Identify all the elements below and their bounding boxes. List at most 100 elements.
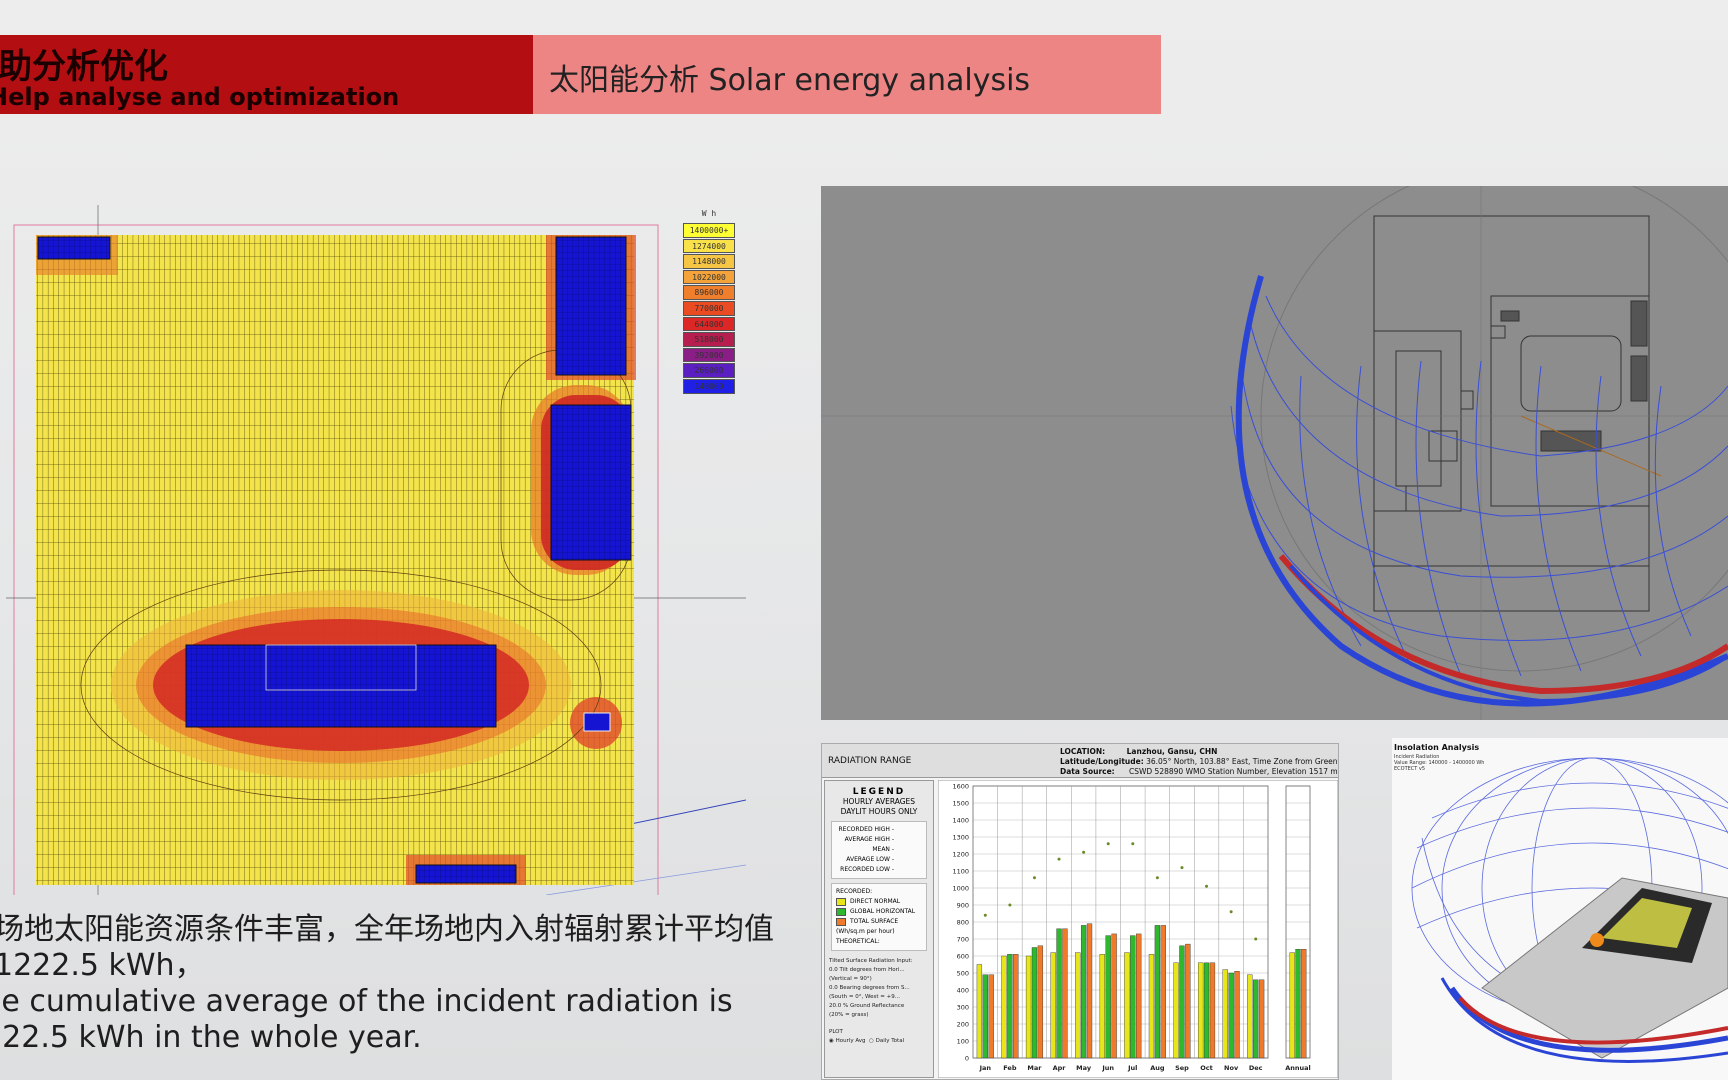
recorded-high-dot	[1229, 910, 1233, 914]
bar	[1075, 952, 1081, 1059]
legend-item: 392000	[683, 347, 735, 363]
solar-heatmap	[6, 205, 747, 910]
recorded-high-dot	[1082, 850, 1086, 854]
annual-bar	[1301, 948, 1307, 1059]
y-tick-label: 100	[957, 1038, 969, 1046]
header-title-cn: 辅助分析优化	[0, 47, 168, 87]
total-swatch	[836, 917, 846, 926]
recorded-high-dot	[1008, 903, 1012, 907]
x-tick-label: Aug	[1150, 1064, 1165, 1072]
recorded-high-dot	[1106, 842, 1110, 846]
ground-input[interactable]: 20.0 % Ground Reflectance	[829, 1002, 929, 1011]
analysis-description: 该场地太阳能资源条件丰富，全年场地内入射辐射累计平均值 为1222.5 kWh，…	[0, 912, 774, 1056]
legend-item: 266000	[683, 363, 735, 378]
bar	[1031, 947, 1038, 1059]
bar	[1130, 935, 1136, 1059]
legend-title: LEGEND	[852, 787, 906, 797]
bar	[1203, 962, 1210, 1059]
legend-sub1: HOURLY AVERAGES	[842, 797, 916, 806]
bar	[1062, 928, 1068, 1059]
legend-average-low: AVERAGE LOW -	[846, 856, 894, 863]
recorded-high-dot	[1180, 866, 1184, 870]
legend-recorded-low: RECORDED LOW -	[840, 866, 894, 873]
bearing-input[interactable]: 0.0 Bearing degrees from S...	[829, 984, 929, 993]
header-subtitle-bar: 太阳能分析 Solar energy analysis	[533, 35, 1161, 114]
bar	[1222, 969, 1228, 1059]
y-tick-label: 300	[957, 1004, 969, 1012]
bar	[1185, 943, 1191, 1059]
ground-note: (20% = grass)	[829, 1012, 869, 1018]
legend-item: 770000	[683, 300, 735, 316]
y-tick-label: 400	[957, 987, 969, 995]
tilted-title: Tilted Surface Radiation Input:	[829, 958, 913, 964]
y-tick-label: 1500	[952, 800, 969, 808]
location-label: LOCATION:	[1060, 747, 1106, 756]
y-tick-label: 500	[957, 970, 969, 978]
bar	[1154, 925, 1161, 1059]
radiation-chart-header: RADIATION RANGE LOCATION: Lanzhou, Gansu…	[822, 744, 1338, 778]
bar	[1179, 945, 1185, 1059]
x-tick-label: Feb	[1003, 1064, 1017, 1072]
y-tick-label: 200	[957, 1021, 969, 1029]
legend-item: 518000	[683, 332, 735, 347]
bar	[1007, 954, 1013, 1059]
legend-theoretical: THEORETICAL:	[836, 938, 880, 945]
y-tick-label: 600	[957, 953, 969, 961]
iso-subtitle: Incident Radiation Value Range: 140000 -…	[1394, 754, 1484, 772]
bar	[1105, 935, 1111, 1059]
y-tick-label: 1200	[952, 851, 969, 859]
legend-recorded: RECORDED:	[836, 888, 873, 895]
y-tick-label: 700	[957, 936, 969, 944]
bar	[1025, 955, 1032, 1059]
description-line-en: The cumulative average of the incident r…	[0, 984, 733, 1019]
legend-item: 644000	[683, 316, 735, 332]
recorded-high-dot	[983, 913, 987, 917]
iso-title: Insolation Analysis	[1394, 743, 1480, 752]
radiation-chart-title: RADIATION RANGE	[828, 756, 912, 766]
legend-total: TOTAL SURFACE	[850, 918, 899, 925]
radiation-plot-area: 1600150014001300120011001000900800700600…	[938, 780, 1338, 1078]
legend-sub2: DAYLIT HOURS ONLY	[840, 807, 918, 816]
bar	[1013, 954, 1019, 1059]
annual-label: Annual	[1285, 1064, 1311, 1072]
bar	[1056, 928, 1062, 1059]
header-subtitle: 太阳能分析 Solar energy analysis	[549, 63, 1031, 98]
x-tick-label: Oct	[1200, 1064, 1213, 1072]
y-tick-label: 1600	[952, 783, 969, 791]
legend-item: 1148000	[683, 254, 735, 269]
radiation-range-chart: RADIATION RANGE LOCATION: Lanzhou, Gansu…	[821, 743, 1339, 1080]
tilted-input-box: Tilted Surface Radiation Input: 0.0 Tilt…	[829, 957, 929, 1046]
radio-hourly-label: Hourly Avg	[835, 1038, 866, 1044]
heatmap-legend: W h 1400000+ 1274000 1148000 1022000 896000 7…	[683, 209, 735, 395]
legend-item: 896000	[683, 285, 735, 300]
bar	[1197, 962, 1204, 1059]
y-tick-label: 1100	[952, 868, 969, 876]
x-tick-label: May	[1076, 1064, 1092, 1072]
bar	[1258, 979, 1265, 1059]
bar	[1148, 954, 1155, 1059]
y-tick-label: 1000	[952, 885, 969, 893]
bar	[1234, 971, 1240, 1059]
bar	[1160, 925, 1166, 1059]
x-tick-label: Apr	[1053, 1064, 1067, 1072]
legend-average-high: AVERAGE HIGH -	[844, 836, 894, 843]
global-swatch	[836, 907, 846, 916]
source-value: CSWD 528890 WMO Station Number, Elevatio…	[1128, 767, 1338, 776]
sun-path-diagram	[821, 186, 1728, 720]
y-tick-label: 1300	[952, 834, 969, 842]
bearing-note: (South = 0°, West = +9...	[829, 994, 900, 1000]
x-tick-label: Jul	[1127, 1064, 1137, 1072]
bar	[1080, 925, 1087, 1059]
annual-bar	[1289, 952, 1295, 1059]
tilt-input[interactable]: 0.0 Tilt degrees from Hori...	[829, 966, 929, 975]
source-label: Data Source:	[1060, 767, 1115, 776]
insolation-3d-view: Insolation Analysis Incident Radiation V…	[1392, 738, 1728, 1080]
tilt-note: (Vertical = 90°)	[829, 976, 872, 982]
description-line-en-value: 1222.5 kWh in the whole year.	[0, 1020, 422, 1055]
x-tick-label: Jun	[1101, 1064, 1114, 1072]
legend-item: 1022000	[683, 269, 735, 285]
recorded-high-dot	[1131, 842, 1135, 846]
recorded-high-dot	[1254, 937, 1258, 941]
legend-units: (Wh/sq.m per hour)	[836, 928, 895, 935]
bar	[988, 974, 994, 1059]
